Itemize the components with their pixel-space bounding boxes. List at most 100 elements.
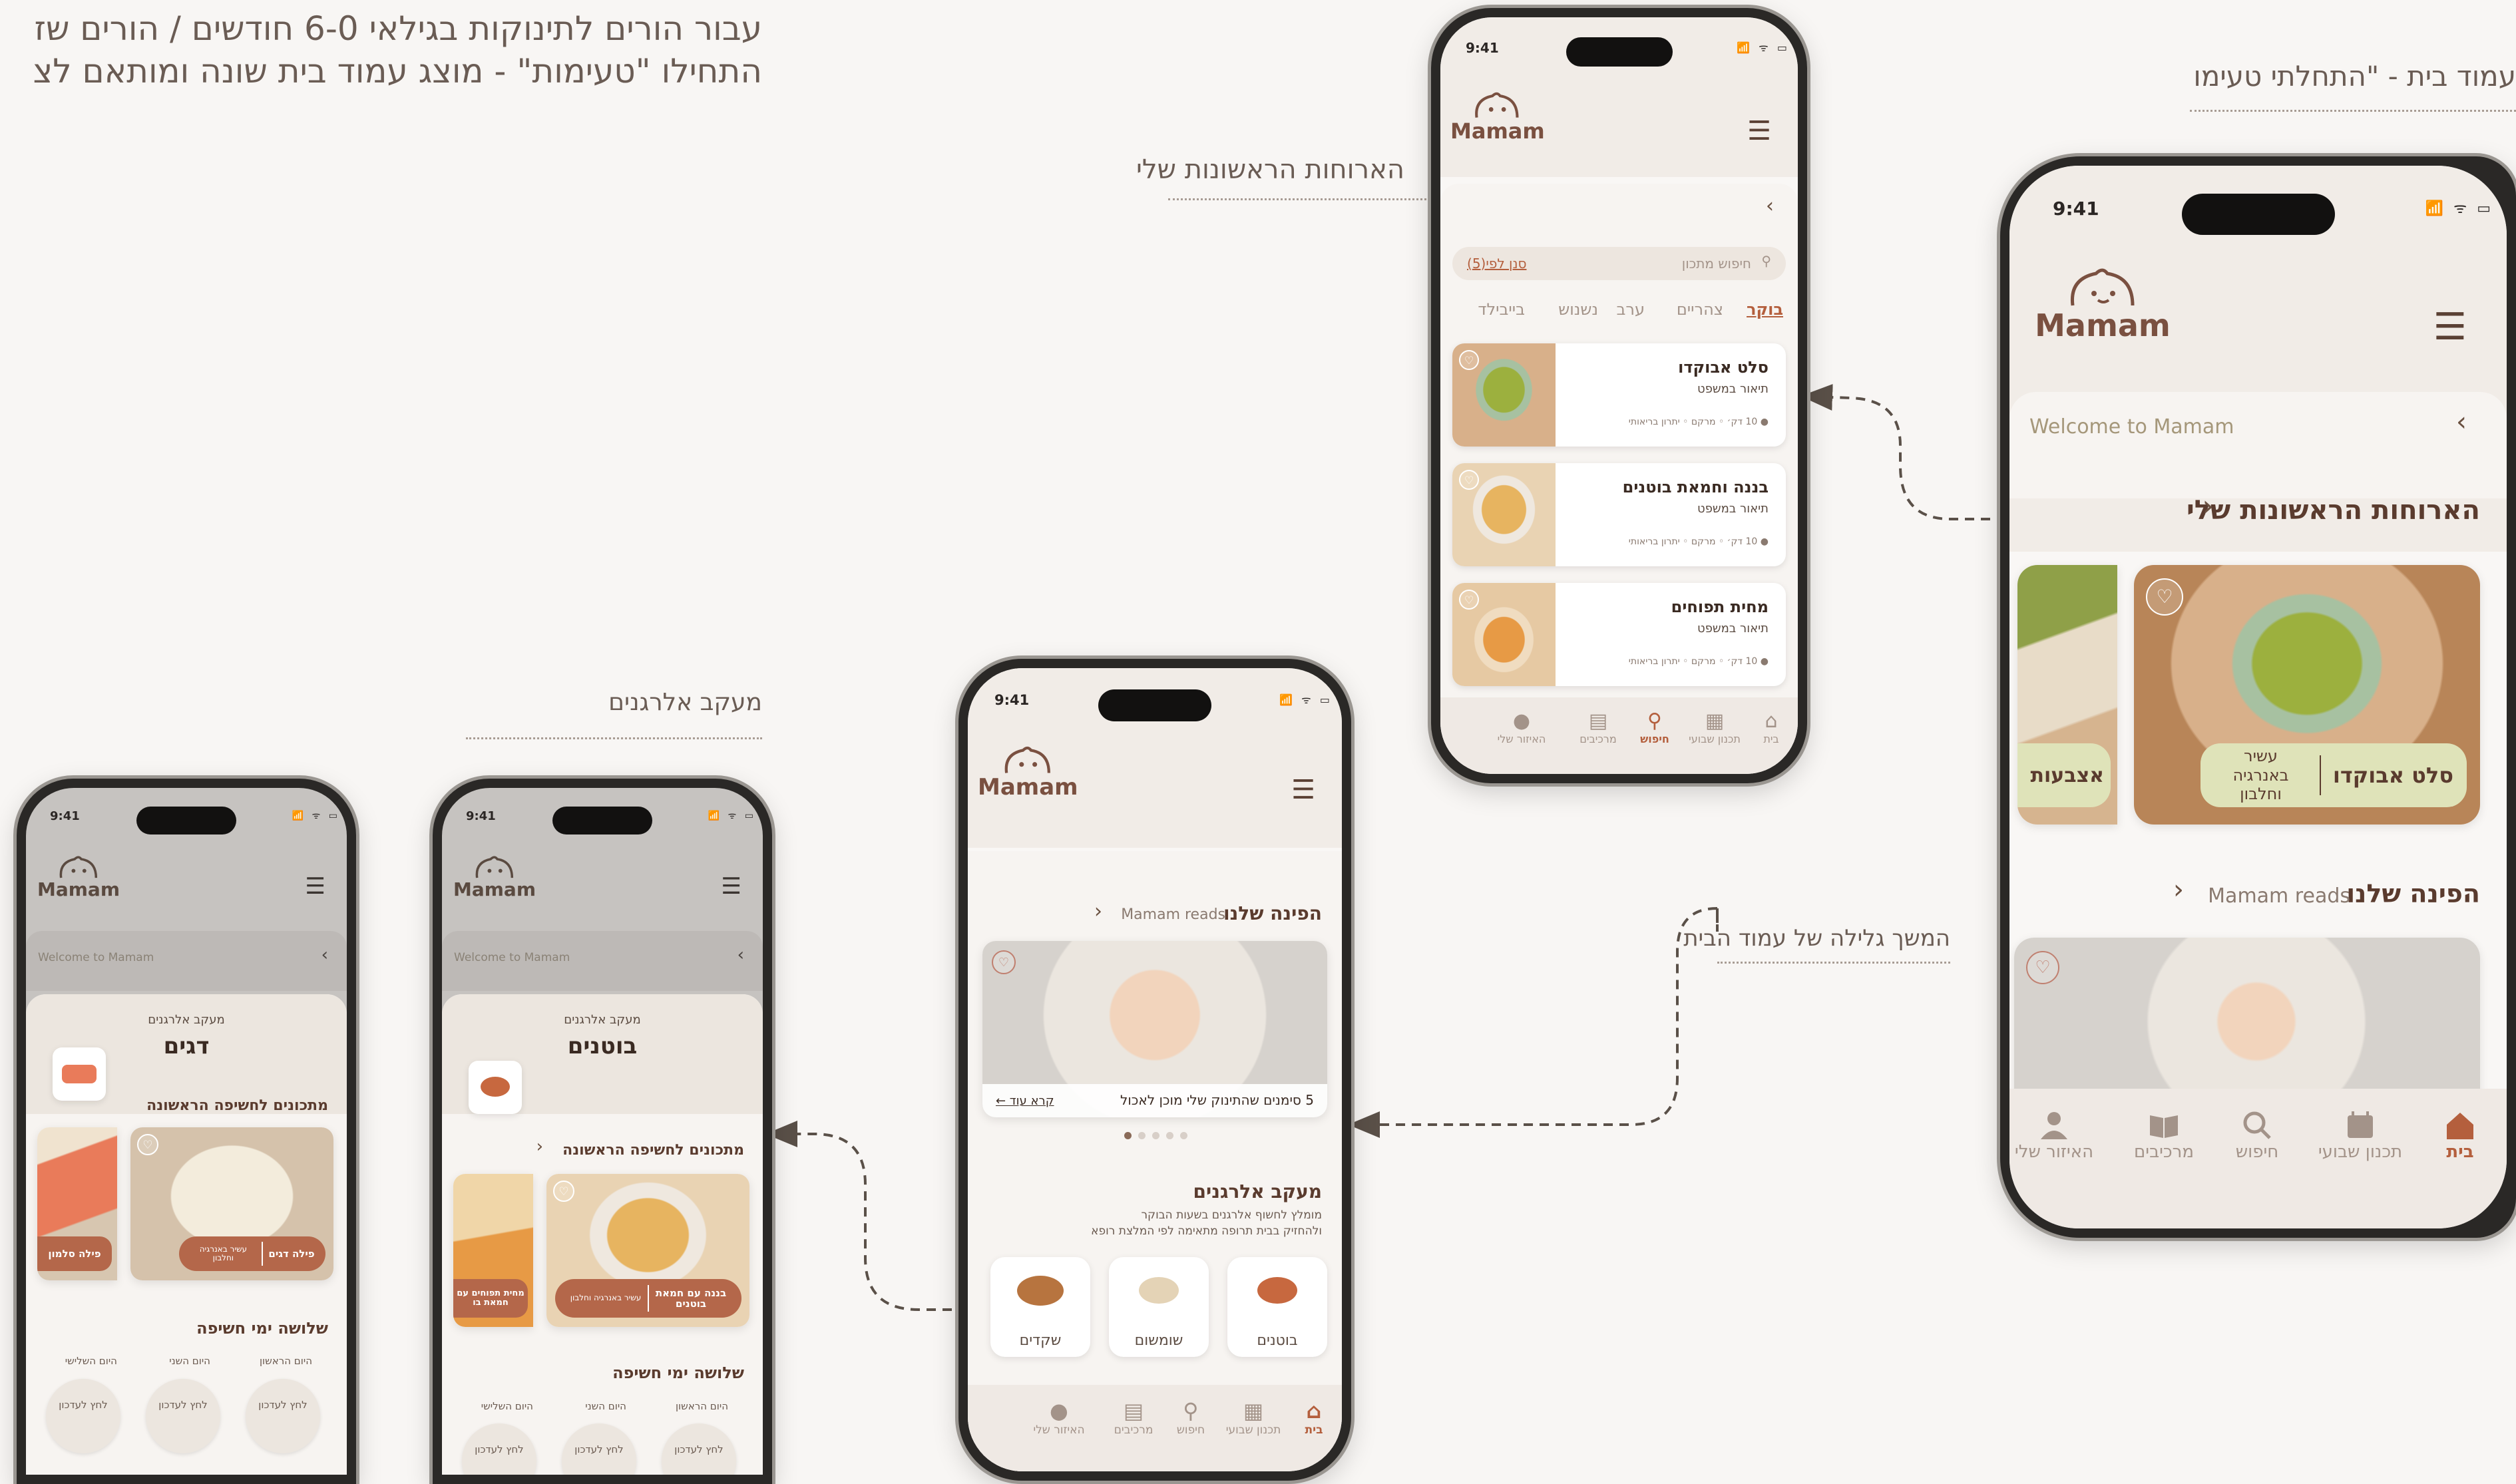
- dynamic-island: [1098, 689, 1211, 721]
- menu-icon[interactable]: ☰: [1291, 775, 1315, 805]
- baby-face-icon: [1475, 92, 1519, 118]
- tab-home[interactable]: ⌂ בית: [1751, 709, 1791, 745]
- dynamic-island: [1566, 37, 1673, 67]
- logo-text: Mamam: [453, 878, 536, 900]
- menu-icon[interactable]: ☰: [722, 873, 741, 900]
- recipe-name: מחית תפוחים: [1671, 598, 1769, 616]
- allergen-chip-almonds[interactable]: שקדים: [990, 1257, 1090, 1357]
- tab-home[interactable]: בית: [2427, 1109, 2493, 1162]
- meals-screen: 9:41 📶 ᯤ ▭ Mamam ☰ › ⚲ חיפוש מתכון סנן ל…: [1440, 17, 1798, 774]
- meal-card-avocado[interactable]: ♡ סלט אבוקדו עשיר באנרגיה וחלבון: [2134, 565, 2480, 825]
- heart-icon[interactable]: ♡: [2026, 951, 2059, 984]
- chevron-right-icon[interactable]: ›: [1766, 194, 1774, 218]
- recipe-card[interactable]: ♡ סלט אבוקדו תיאור במשפט ● 10 דק׳ ◦ מרקם…: [1452, 343, 1786, 447]
- baby-face-icon: [2070, 268, 2135, 306]
- menu-icon[interactable]: ☰: [2433, 305, 2467, 349]
- tab-home[interactable]: ⌂ בית: [1294, 1398, 1334, 1437]
- menu-icon[interactable]: ☰: [1747, 116, 1771, 146]
- chevron-right-icon[interactable]: ›: [2456, 407, 2467, 437]
- tracker-label: מעקב אלרגנים: [148, 1013, 225, 1027]
- first-recipes-title: מתכונים לחשיפה הראשונה: [562, 1142, 744, 1159]
- status-time: 9:41: [2053, 198, 2099, 220]
- search-input[interactable]: חיפוש מתכון: [1682, 256, 1751, 272]
- home-title-underline: [2190, 110, 2516, 112]
- recipe-card-salmon[interactable]: פילה סלמון: [37, 1127, 117, 1280]
- article-card[interactable]: ♡ 5 סימנים שהתינוק שלי מוכן לאכול קרא עו…: [982, 941, 1327, 1117]
- article-title: 5 סימנים שהתינוק שלי מוכן לאכול: [1120, 1092, 1314, 1108]
- salmon-image: [62, 1065, 97, 1083]
- tab-breakfast[interactable]: בוקר: [1747, 300, 1783, 319]
- recipe-card-banana[interactable]: ♡ בננה עם חמאת בוטנים עשיר באנרגיה וחלבו…: [546, 1174, 749, 1327]
- logo-text: Mamam: [37, 878, 120, 900]
- menu-icon[interactable]: ☰: [306, 873, 325, 900]
- meal-name: אצבעות: [2030, 763, 2105, 787]
- recipe-label: פילה דגים עשיר באנרגיה וחלבון: [179, 1236, 325, 1271]
- chevron-left-icon[interactable]: ‹: [536, 1137, 543, 1157]
- dynamic-island: [136, 807, 236, 835]
- mamam-logo: Mamam: [2033, 266, 2173, 343]
- heart-icon[interactable]: ♡: [137, 1134, 158, 1155]
- recipe-name: סלט אבוקדו: [1678, 358, 1769, 377]
- mamam-reads-label: Mamam reads: [2208, 884, 2350, 908]
- tab-babyled[interactable]: בייבילד: [1478, 300, 1525, 319]
- allergen-chip-sesame[interactable]: שומשום: [1109, 1257, 1209, 1357]
- chevron-right-icon[interactable]: ›: [321, 945, 328, 965]
- tab-weekly-plan[interactable]: תכנון שבועי: [2307, 1109, 2413, 1162]
- tab-ingredients[interactable]: ▤ מרכיבים: [1568, 709, 1628, 745]
- logo-text: Mamam: [2035, 307, 2171, 343]
- recipe-card[interactable]: ♡ בננה וחמאת בוטנים תיאור במשפט ● 10 דק׳…: [1452, 463, 1786, 566]
- tab-dinner[interactable]: ערב: [1617, 300, 1645, 319]
- day-label: היום הראשון: [675, 1400, 728, 1412]
- day-update-button[interactable]: לחץ לעדכון: [46, 1379, 120, 1453]
- welcome-bar[interactable]: [2009, 392, 2507, 498]
- tab-search[interactable]: חיפוש: [2220, 1109, 2294, 1162]
- heart-icon[interactable]: ♡: [992, 950, 1016, 974]
- chevron-right-icon[interactable]: ›: [737, 945, 744, 965]
- welcome-text: Welcome to Mamam: [454, 951, 570, 964]
- tab-personal[interactable]: ● האיזור שלי: [1478, 709, 1565, 745]
- chevron-left-icon[interactable]: ‹: [2173, 874, 2184, 905]
- recipe-card-apple[interactable]: מחית תפוחים עם חמאת בו: [453, 1174, 533, 1327]
- chevron-left-icon[interactable]: ‹: [1094, 900, 1102, 923]
- logo-text: Mamam: [1450, 118, 1545, 144]
- intro-text-line1: עבור הורים לתינוקות בגילאי 6-0 חודשים / …: [34, 9, 762, 48]
- tab-ingredients[interactable]: מרכיבים: [2121, 1109, 2207, 1162]
- filter-button[interactable]: סנן לפי(5): [1467, 256, 1526, 272]
- tab-lunch[interactable]: צהריים: [1677, 300, 1723, 319]
- phone-home: 9:41 📶 ᯤ ▭ Mamam ☰ Welcome to Mamam › הא…: [2000, 156, 2516, 1238]
- tab-search[interactable]: ⚲ חיפוש: [1167, 1398, 1214, 1437]
- tab-weekly-plan[interactable]: ▦ תכנון שבועי: [1217, 1398, 1290, 1437]
- heart-icon[interactable]: ♡: [553, 1181, 574, 1202]
- bottom-tab-bar: ⌂ בית ▦ תכנון שבועי ⚲ חיפוש ▤ מרכיבים ● האיזו…: [1440, 697, 1798, 774]
- heart-icon[interactable]: ♡: [2146, 578, 2183, 616]
- allergen-chip-peanuts[interactable]: בוטנים: [1227, 1257, 1327, 1357]
- tab-weekly-plan[interactable]: ▦ תכנון שבועי: [1681, 709, 1748, 745]
- heart-icon[interactable]: ♡: [1459, 590, 1479, 610]
- meal-label-avocado: סלט אבוקדו עשיר באנרגיה וחלבון: [2201, 743, 2467, 807]
- recipe-card-fish[interactable]: ♡ פילה דגים עשיר באנרגיה וחלבון: [130, 1127, 333, 1280]
- my-meals-annotation: הארוחות הראשונות שלי: [1136, 154, 1404, 185]
- allergen-desc-line1: מומלץ לחשוף אלרגנים בשעות הבוקר: [1141, 1208, 1322, 1222]
- chevron-left-icon[interactable]: ‹: [2202, 489, 2214, 523]
- recipe-card[interactable]: ♡ מחית תפוחים תיאור במשפט ● 10 דק׳ ◦ מרק…: [1452, 583, 1786, 686]
- meal-card-fingers[interactable]: אצבעות: [2017, 565, 2117, 825]
- allergen-name: בוטנים: [567, 1033, 638, 1059]
- read-more-link[interactable]: קרא עוד ←: [996, 1094, 1054, 1108]
- our-corner-title: הפינה שלנו: [2346, 879, 2480, 908]
- day-update-button[interactable]: לחץ לעדכון: [146, 1379, 220, 1453]
- tab-snack[interactable]: נשנוש: [1558, 300, 1598, 319]
- tab-personal[interactable]: האיזור שלי: [2009, 1109, 2107, 1162]
- calendar-icon: [2348, 1111, 2373, 1138]
- peanut-image: [481, 1077, 510, 1097]
- meal-name: סלט אבוקדו: [2332, 763, 2453, 788]
- heart-icon[interactable]: ♡: [1459, 350, 1479, 370]
- heart-icon[interactable]: ♡: [1459, 470, 1479, 490]
- almond-image: [1017, 1276, 1064, 1306]
- day-update-button[interactable]: לחץ לעדכון: [246, 1379, 320, 1453]
- tab-ingredients[interactable]: ▤ מרכיבים: [1104, 1398, 1163, 1437]
- phone-scroll: 9:41 📶 ᯤ ▭ Mamam ☰ הפינה שלנו Mamam read…: [958, 659, 1351, 1481]
- baby-face-icon: [59, 856, 98, 878]
- allergen-tracker-title: מעקב אלרגנים: [1193, 1181, 1322, 1203]
- tab-personal[interactable]: ● האיזור שלי: [1016, 1398, 1102, 1437]
- tab-search[interactable]: ⚲ חיפוש: [1631, 709, 1678, 745]
